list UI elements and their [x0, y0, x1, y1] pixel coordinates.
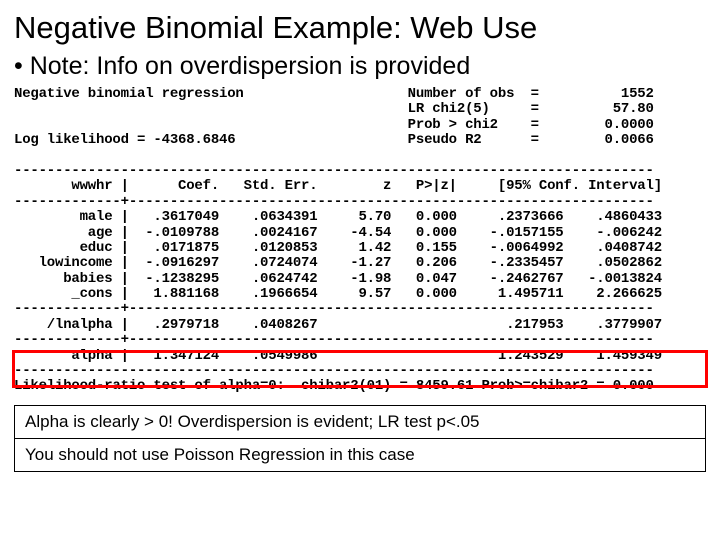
bullet-note: Note: Info on overdispersion is provided [14, 52, 706, 81]
annotation-line-1: Alpha is clearly > 0! Overdispersion is … [15, 406, 705, 438]
stata-text: Negative binomial regression Number of o… [14, 87, 706, 395]
annotation-line-2: You should not use Poisson Regression in… [15, 438, 705, 471]
stata-output: Negative binomial regression Number of o… [14, 87, 706, 395]
slide-title: Negative Binomial Example: Web Use [14, 10, 706, 46]
annotation-box: Alpha is clearly > 0! Overdispersion is … [14, 405, 706, 472]
